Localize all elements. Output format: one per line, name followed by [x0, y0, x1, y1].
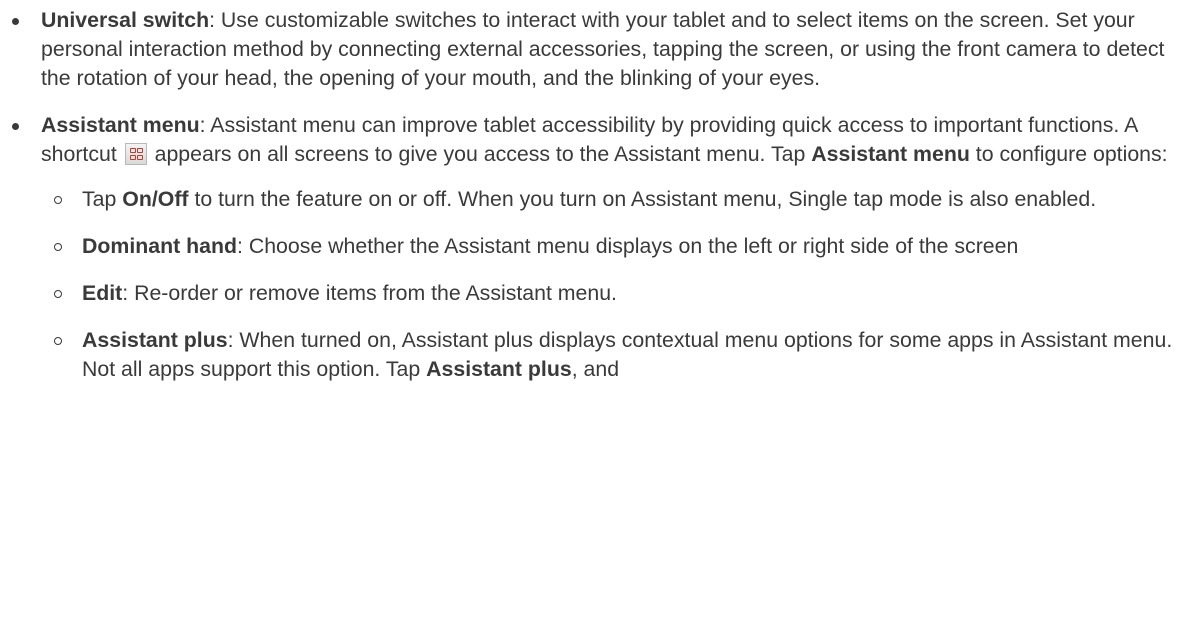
- description-assistant-plus: : When turned on, Assistant plus display…: [82, 328, 1173, 381]
- sub-item-assistant-plus: Assistant plus: When turned on, Assistan…: [41, 326, 1196, 384]
- term-assistant-plus-inline: Assistant plus: [426, 357, 572, 381]
- sub-item-on-off: Tap On/Off to turn the feature on or off…: [41, 185, 1196, 214]
- description-on-off: to turn the feature on or off. When you …: [194, 187, 1097, 211]
- description-assistant-menu-part3: to configure options:: [975, 142, 1168, 166]
- accessibility-options-list: Universal switch: Use customizable switc…: [0, 6, 1204, 384]
- term-dominant-hand: Dominant hand: [82, 234, 237, 258]
- sub-item-edit: Edit: Re-order or remove items from the …: [41, 279, 1196, 308]
- term-assistant-plus: Assistant plus: [82, 328, 228, 352]
- assistant-menu-options-list: Tap On/Off to turn the feature on or off…: [41, 185, 1196, 384]
- description-assistant-menu-part2: appears on all screens to give you acces…: [154, 142, 806, 166]
- description-universal-switch: : Use customizable switches to interact …: [41, 8, 1165, 90]
- description-dominant-hand: : Choose whether the Assistant menu disp…: [237, 234, 1019, 258]
- sub-item-dominant-hand: Dominant hand: Choose whether the Assist…: [41, 232, 1196, 261]
- assistant-menu-shortcut-icon: [124, 143, 147, 165]
- term-edit: Edit: [82, 281, 123, 305]
- description-edit: : Re-order or remove items from the Assi…: [122, 281, 617, 305]
- term-assistant-menu-inline: Assistant menu: [811, 142, 970, 166]
- term-assistant-menu: Assistant menu: [41, 113, 200, 137]
- description-assistant-plus-end: , and: [571, 357, 620, 381]
- sub-item-on-off-prefix: Tap: [82, 187, 117, 211]
- document-body: Universal switch: Use customizable switc…: [0, 0, 1204, 384]
- term-on-off: On/Off: [122, 187, 189, 211]
- term-universal-switch: Universal switch: [41, 8, 210, 32]
- list-item-universal-switch: Universal switch: Use customizable switc…: [0, 6, 1204, 93]
- list-item-assistant-menu: Assistant menu: Assistant menu can impro…: [0, 111, 1204, 384]
